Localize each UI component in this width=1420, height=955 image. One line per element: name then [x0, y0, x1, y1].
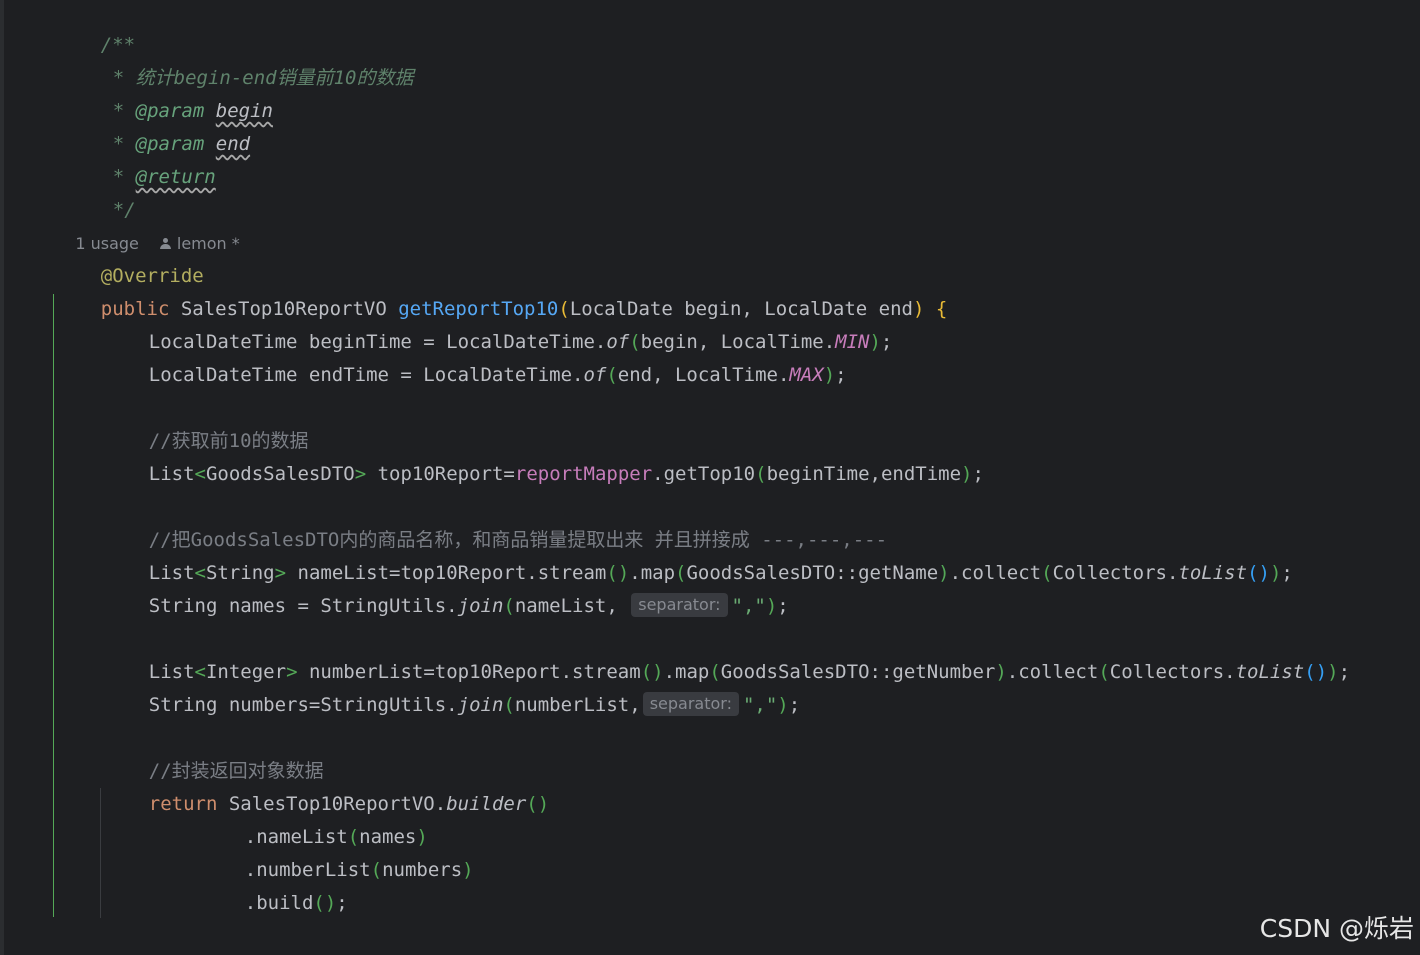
method-body-guide: [53, 294, 54, 917]
code-line: String names = StringUtils.join(nameList…: [148, 593, 789, 617]
code-line: /**: [55, 0, 135, 56]
const-max: MAX: [789, 364, 824, 386]
builder-chain-guide: [100, 788, 101, 918]
code-line: * 统计begin-end销量前10的数据: [67, 29, 414, 89]
code-line: * @param begin: [67, 62, 273, 122]
code-lens: 1 usage lemon *: [55, 194, 239, 253]
code-line: @Override: [55, 227, 204, 287]
semicolon: ;: [788, 694, 801, 716]
call-collect: .collect: [1006, 661, 1099, 683]
inlay-hint-separator: separator:: [631, 593, 728, 617]
code-line: .nameList(names): [244, 826, 428, 848]
names-decl: String names = StringUtils.: [148, 595, 458, 617]
end-time-decl: LocalDateTime endTime = LocalDateTime.: [148, 364, 584, 386]
static-method-tolist: toList: [1178, 562, 1248, 584]
join-numberlist-arg: numberList,: [514, 694, 641, 716]
static-method-builder: builder: [446, 793, 527, 815]
static-method-tolist: toList: [1235, 661, 1305, 683]
end-time-args: end, LocalTime.: [617, 364, 790, 386]
semicolon: ;: [880, 331, 893, 353]
code-line: return SalesTop10ReportVO.builder(): [148, 793, 550, 815]
semicolon: ;: [1281, 562, 1293, 584]
inlay-hint-separator: separator:: [642, 692, 739, 716]
code-line: List<String> nameList=top10Report.stream…: [148, 562, 1293, 584]
string-comma: ",": [742, 694, 778, 716]
static-method-join: join: [457, 694, 504, 716]
string-comma: ",": [731, 595, 766, 617]
doc-return-tag[interactable]: @return: [136, 166, 216, 188]
code-line: */: [67, 161, 136, 221]
code-line: //封装返回对象数据: [103, 722, 324, 782]
collectors-class: Collectors.: [1052, 562, 1179, 584]
generic-goods-dto: GoodsSalesDTO: [205, 463, 355, 485]
code-editor[interactable]: /** * 统计begin-end销量前10的数据 * @param begin…: [0, 0, 1420, 955]
field-report-mapper: reportMapper: [514, 463, 653, 485]
call-collect: .collect: [949, 562, 1042, 584]
semicolon: ;: [777, 595, 789, 617]
code-line: * @return: [67, 128, 216, 188]
code-line: String numbers=StringUtils.join(numberLi…: [148, 692, 801, 716]
get-top10-args: beginTime,endTime: [766, 463, 962, 485]
call-get-top10: .getTop10: [652, 463, 756, 485]
code-line: LocalDateTime endTime = LocalDateTime.of…: [148, 364, 847, 386]
semicolon: ;: [336, 892, 348, 914]
semicolon: ;: [1338, 661, 1351, 683]
code-line: public SalesTop10ReportVO getReportTop10…: [100, 298, 948, 320]
doc-param-end[interactable]: end: [216, 133, 250, 155]
type-list: List: [148, 463, 195, 485]
code-line: .numberList(numbers): [244, 859, 474, 881]
code-line: * @param end: [67, 95, 250, 155]
numbers-decl: String numbers=StringUtils.: [148, 694, 458, 716]
static-method-join: join: [457, 595, 504, 617]
code-line: //获取前10的数据: [103, 392, 309, 452]
code-line: List<GoodsSalesDTO> top10Report=reportMa…: [148, 463, 984, 485]
code-line: List<Integer> numberList=top10Report.str…: [148, 661, 1351, 683]
static-method-of: of: [583, 364, 607, 386]
join-namelist-arg: nameList,: [514, 595, 630, 617]
call-build: .build: [244, 892, 314, 914]
code-line: //把GoodsSalesDTO内的商品名称，和商品销量提取出来 并且拼接成 -…: [103, 491, 887, 551]
code-line: LocalDateTime beginTime = LocalDateTime.…: [148, 331, 893, 353]
code-line: }: [55, 920, 112, 953]
semicolon: ;: [835, 364, 847, 386]
semicolon: ;: [972, 463, 984, 485]
editor-gutter-edge: [0, 0, 4, 955]
arg-numbers: numbers: [382, 859, 463, 881]
watermark: CSDN @烁岩: [1259, 914, 1414, 943]
var-top10report: top10Report=: [366, 463, 515, 485]
collectors-class: Collectors.: [1109, 661, 1236, 683]
code-line: .build();: [244, 892, 348, 914]
